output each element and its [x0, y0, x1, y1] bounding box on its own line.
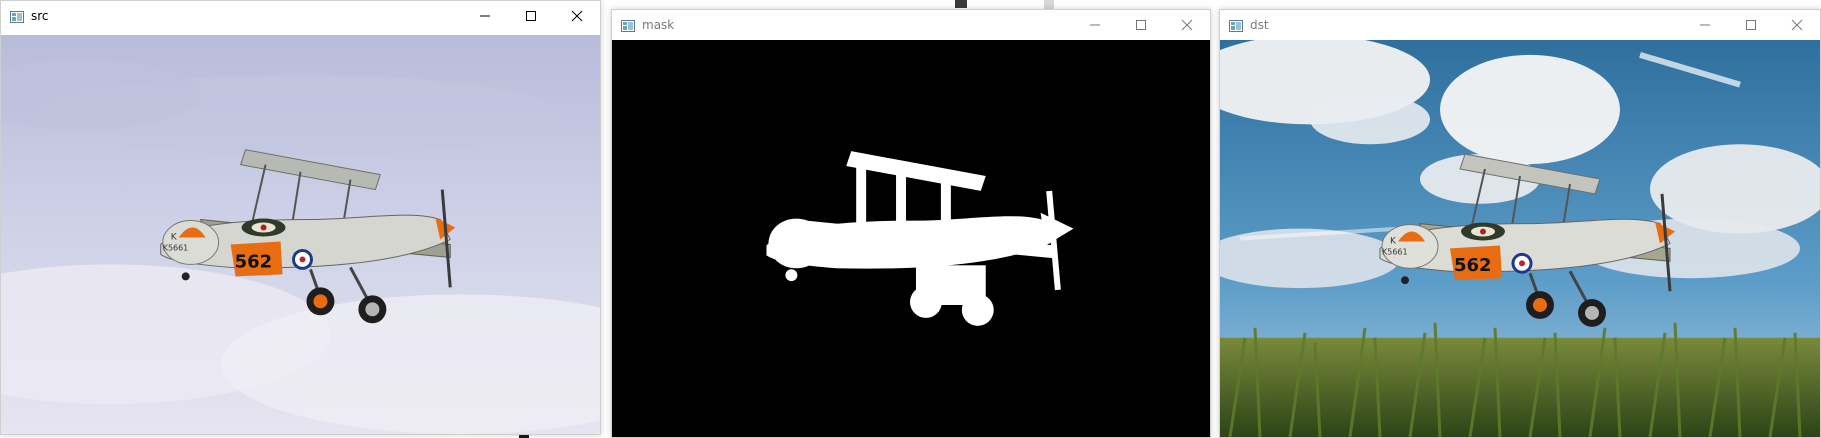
minimize-icon	[1090, 24, 1100, 26]
app-window-icon	[621, 19, 635, 32]
maximize-icon	[1746, 20, 1756, 30]
window-title: src	[31, 9, 49, 23]
minimize-button[interactable]	[1682, 10, 1728, 40]
close-button[interactable]	[1774, 10, 1820, 40]
dst-titlebar[interactable]: dst	[1220, 10, 1820, 40]
src-image: K K5661 562	[1, 35, 600, 434]
desktop-background-strip	[955, 0, 967, 8]
maximize-button[interactable]	[1728, 10, 1774, 40]
minimize-icon	[480, 15, 490, 17]
close-icon	[571, 10, 583, 22]
window-title: mask	[642, 18, 675, 32]
mask-window[interactable]: mask	[611, 9, 1211, 438]
maximize-icon	[1136, 20, 1146, 30]
dst-window[interactable]: dst K K5661 562	[1219, 9, 1821, 438]
tail-serial: K5661	[1382, 247, 1408, 256]
minimize-button[interactable]	[462, 1, 508, 31]
mask-titlebar[interactable]: mask	[612, 10, 1210, 40]
close-button[interactable]	[1164, 10, 1210, 40]
close-icon	[1791, 19, 1803, 31]
tail-number: 562	[1454, 255, 1492, 276]
minimize-icon	[1700, 24, 1710, 26]
app-window-icon	[1229, 19, 1243, 32]
src-titlebar[interactable]: src	[1, 1, 600, 31]
app-window-icon	[10, 10, 24, 23]
maximize-button[interactable]	[1118, 10, 1164, 40]
src-window[interactable]: src K K5661 562	[0, 0, 601, 435]
maximize-button[interactable]	[508, 1, 554, 31]
dst-image: K K5661 562	[1220, 40, 1820, 437]
desktop: { "windows": { "src": { "title": "src", …	[0, 0, 1821, 438]
close-icon	[1181, 19, 1193, 31]
minimize-button[interactable]	[1072, 10, 1118, 40]
maximize-icon	[526, 11, 536, 21]
window-title: dst	[1250, 18, 1269, 32]
tail-number: 562	[235, 251, 273, 272]
close-button[interactable]	[554, 1, 600, 31]
tail-serial: K5661	[163, 243, 189, 252]
mask-image	[612, 40, 1210, 437]
